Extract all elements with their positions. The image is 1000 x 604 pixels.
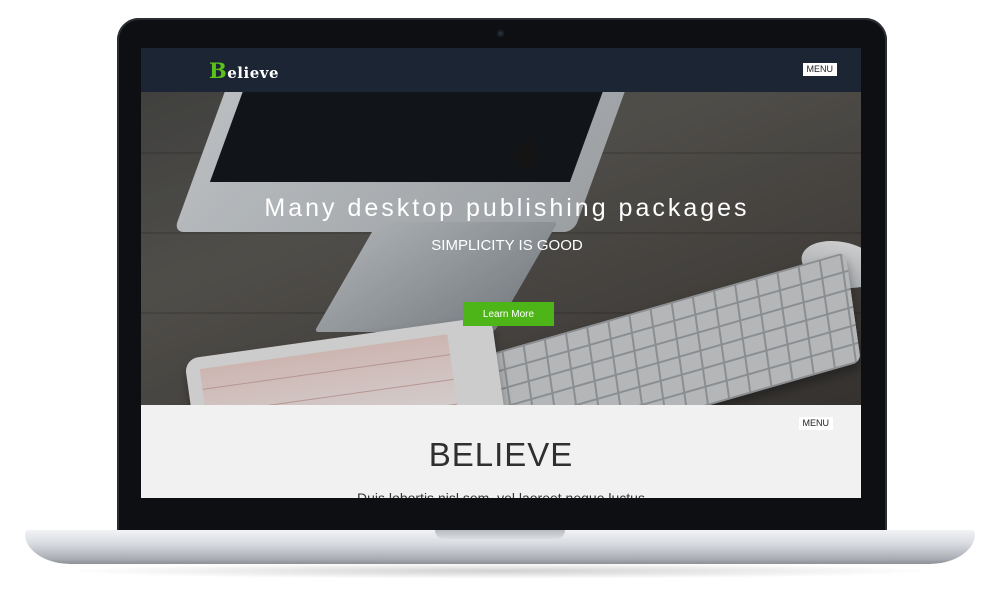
learn-more-button[interactable]: Learn More [463, 302, 554, 326]
logo-text: elieve [227, 64, 279, 82]
navbar: Believe MENU [141, 48, 861, 92]
webcam-icon [497, 30, 504, 37]
site-logo[interactable]: Believe [209, 58, 279, 83]
logo-initial: B [209, 58, 228, 83]
section-title: BELIEVE [428, 436, 574, 473]
hero-subtitle: SIMPLICITY IS GOOD [431, 237, 583, 254]
laptop-screen: Believe MENU Many desktop publishing pac… [141, 48, 861, 498]
hero-section: Many desktop publishing packages SIMPLIC… [141, 92, 861, 405]
hero-title: Many desktop publishing packages [264, 194, 750, 222]
laptop-base [25, 530, 975, 564]
menu-button[interactable]: MENU [802, 63, 837, 76]
laptop-notch [435, 530, 565, 539]
section-text: Duis lobortis nisl sem, vel laoreet nequ… [357, 490, 645, 498]
about-section: MENU BELIEVE Duis lobortis nisl sem, vel… [141, 405, 861, 498]
section-menu-button[interactable]: MENU [798, 417, 833, 430]
laptop-shadow [60, 563, 940, 579]
